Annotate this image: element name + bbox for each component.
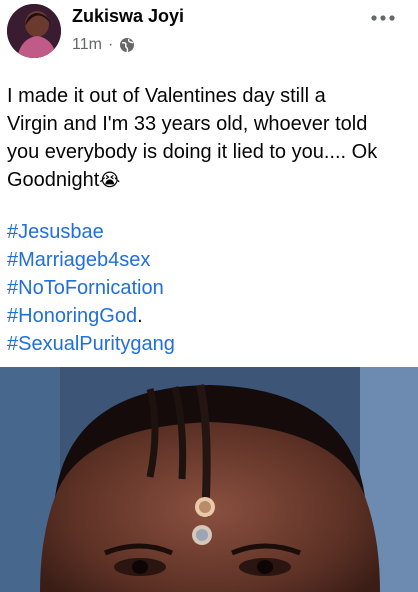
- post-text-line: you everybody is doing it lied to you...…: [7, 141, 378, 163]
- hashtag-link[interactable]: #SexualPuritygang: [7, 330, 411, 358]
- post-text-line: Goodnight: [7, 169, 100, 191]
- more-dots-icon: [371, 15, 395, 21]
- post-text-line: I made it out of Valentines day still a: [7, 85, 326, 107]
- post-time[interactable]: 11m: [72, 36, 102, 54]
- post-photo[interactable]: [0, 367, 418, 592]
- hashtag-link[interactable]: #NoToFornication: [7, 274, 411, 302]
- crying-emoji: 😭: [99, 170, 121, 190]
- hashtag-period: .: [137, 305, 143, 327]
- post-meta: 11m ·: [72, 36, 135, 54]
- hashtag-link[interactable]: #Marriageb4sex: [7, 246, 411, 274]
- meta-separator: ·: [107, 36, 114, 53]
- hashtag-list: #Jesusbae #Marriageb4sex #NoToFornicatio…: [7, 218, 411, 358]
- post-header: Zukiswa Joyi 11m ·: [0, 0, 418, 70]
- post-text-line: Virgin and I'm 33 years old, whoever tol…: [7, 113, 368, 135]
- hashtag-link[interactable]: #HonoringGod: [7, 305, 137, 327]
- post-text-line-last: Goodnight😭: [7, 166, 411, 194]
- avatar[interactable]: [7, 4, 61, 58]
- more-options-button[interactable]: [368, 8, 398, 28]
- author-name[interactable]: Zukiswa Joyi: [72, 6, 184, 27]
- hashtag-row: #HonoringGod.: [7, 302, 411, 330]
- hashtag-link[interactable]: #Jesusbae: [7, 218, 411, 246]
- globe-icon[interactable]: [119, 37, 135, 53]
- post-body: I made it out of Valentines day still a …: [7, 82, 411, 194]
